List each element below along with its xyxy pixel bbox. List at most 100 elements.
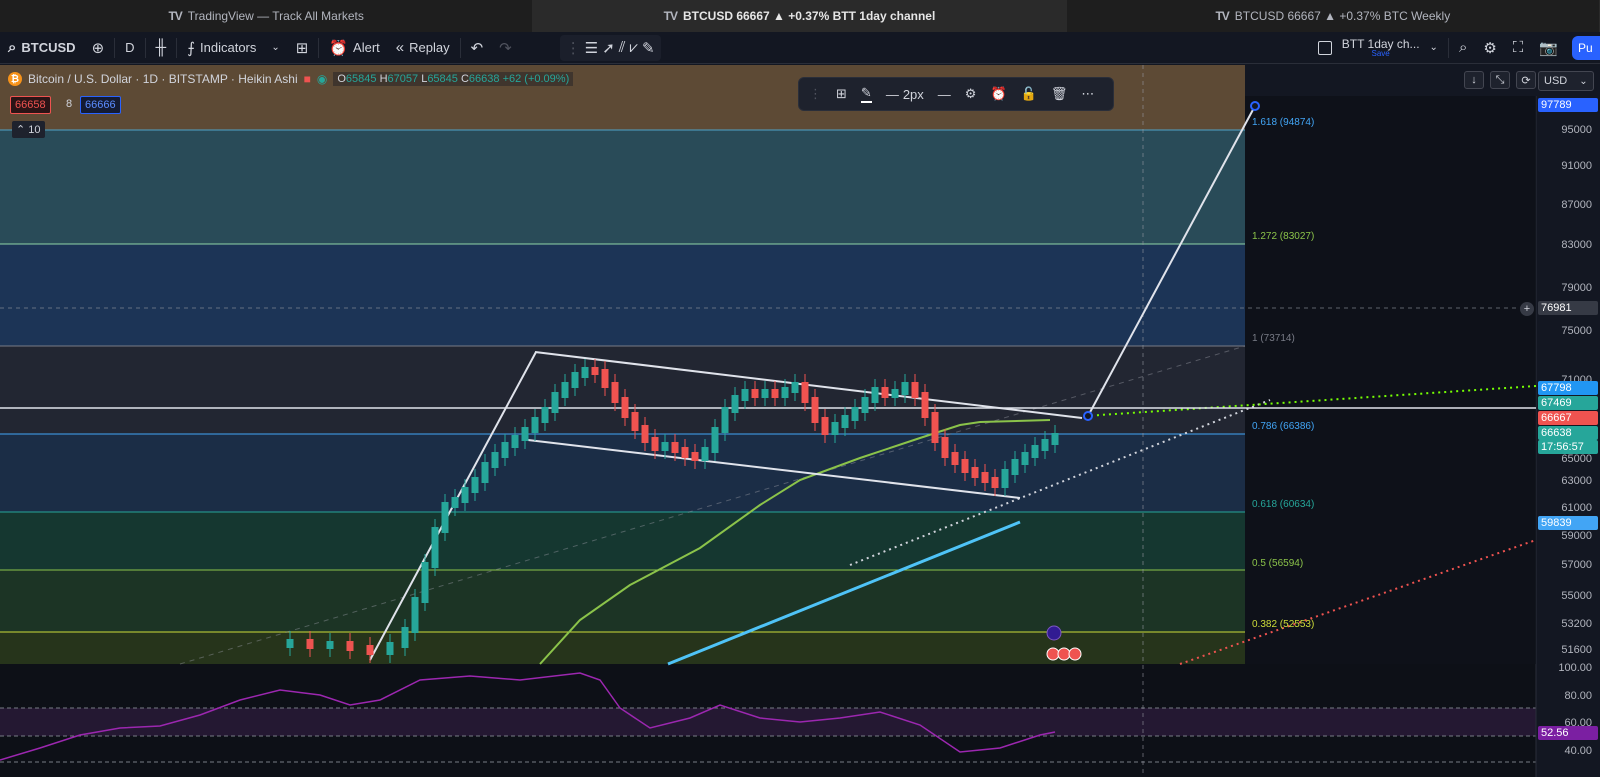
fullscreen-button[interactable]: ⛶ — [1505, 32, 1532, 64]
price-tag-ma: 67798 — [1538, 381, 1598, 395]
gear-icon: ⚙ — [1483, 39, 1497, 57]
candle-body — [931, 412, 939, 443]
interval-button[interactable]: D — [117, 32, 142, 64]
candle-body — [911, 382, 919, 398]
layout-button[interactable]: BTT 1day ch... Save ⌄ — [1310, 32, 1446, 64]
projection-anchor-end[interactable] — [1250, 101, 1260, 111]
compare-symbol-button[interactable]: ⊕ — [84, 32, 113, 64]
add-alert-plus-icon[interactable]: + — [1520, 302, 1534, 316]
browser-tab-3[interactable]: TV BTCUSD 66667 ▲ +0.37% BTC Weekly — [1067, 0, 1600, 32]
undo-button[interactable]: ↶ — [463, 32, 492, 64]
event-marker-icon[interactable] — [1046, 625, 1062, 641]
divider — [114, 37, 116, 58]
symbol-title[interactable]: Bitcoin / U.S. Dollar · 1D · BITSTAMP · … — [28, 72, 298, 86]
candle-body — [481, 462, 489, 483]
collapse-icon: ⌃ — [16, 124, 26, 136]
brush-icon[interactable]: ✎ — [642, 39, 655, 57]
candle-body — [346, 641, 354, 651]
snapshot-button[interactable]: 📷 — [1531, 32, 1566, 64]
trash-icon[interactable]: 🗑 — [1051, 86, 1068, 102]
indicators-icon: ⨍ — [187, 39, 196, 57]
candle-body — [411, 597, 419, 633]
price-axis-tick: 57000 — [1561, 559, 1592, 571]
quick-search-button[interactable]: ⌕ — [1451, 32, 1475, 64]
browser-tab-1[interactable]: TV TradingView — Track All Markets — [0, 0, 534, 32]
candle-body — [731, 395, 739, 413]
templates-button[interactable]: ⊞ — [288, 32, 317, 64]
bid-price-button[interactable]: 66658 — [10, 96, 51, 114]
line-style-icon[interactable]: — — [938, 87, 951, 102]
candle-body — [951, 452, 959, 465]
currency-select[interactable]: USD ⌄ — [1538, 71, 1594, 91]
price-axis-tick: 63000 — [1561, 475, 1592, 487]
candle-body — [981, 472, 989, 483]
divider — [1447, 37, 1449, 58]
cursor-icon[interactable]: ➚ — [602, 39, 615, 57]
fib-band — [0, 130, 1245, 244]
fib-level-label: 0.382 (52553) — [1252, 619, 1315, 630]
market-open-icon: ◉ — [316, 72, 328, 86]
line-width-label: 2px — [902, 86, 924, 102]
layout-save-label: Save — [1371, 48, 1390, 58]
candle-body — [971, 467, 979, 478]
candle-body — [1031, 445, 1039, 458]
price-axis-tick: 61000 — [1561, 502, 1592, 514]
lines-icon[interactable]: ☰ — [585, 39, 598, 57]
browser-tab-2[interactable]: TV BTCUSD 66667 ▲ +0.37% BTT 1day channe… — [533, 0, 1067, 32]
close-label: C — [460, 73, 469, 85]
high-value: 67057 — [387, 73, 419, 85]
event-flag-icon[interactable] — [1068, 647, 1082, 661]
replay-button[interactable]: « Replay — [388, 32, 458, 64]
layout-name-group: BTT 1day ch... Save — [1342, 38, 1420, 58]
flag-icon[interactable]: ■ — [304, 72, 311, 86]
grid-icon: ⊞ — [295, 39, 309, 57]
publish-button[interactable]: Pu — [1572, 36, 1600, 60]
candle-body — [551, 392, 559, 413]
price-tag-last: 66638 — [1538, 426, 1598, 440]
redo-button[interactable]: ↷ — [491, 32, 520, 64]
indicators-button[interactable]: ⨍ Indicators ⌄ — [179, 32, 288, 64]
line-width-button[interactable]: — 2px — [886, 87, 924, 102]
alert-button[interactable]: ⏰ Alert — [321, 32, 387, 64]
settings-button[interactable]: ⚙ — [1475, 32, 1504, 64]
fib-band — [0, 512, 1245, 570]
pen-color-icon[interactable]: ✎ — [860, 85, 872, 103]
symbol-search-button[interactable]: ⌕ BTCUSD — [0, 32, 84, 64]
projection-anchor-start[interactable] — [1083, 411, 1093, 421]
drag-handle-icon[interactable]: ⋮ — [809, 86, 822, 102]
event-flag-icon[interactable] — [1057, 647, 1071, 661]
price-tag-ma-green: 67469 — [1538, 396, 1598, 410]
price-axis-tick: 95000 — [1561, 124, 1592, 136]
ask-price-button[interactable]: 66666 — [80, 96, 121, 114]
alert-add-icon[interactable]: ⏰ — [990, 86, 1006, 102]
price-axis-tick: 91000 — [1561, 160, 1592, 172]
more-icon[interactable]: ⋯ — [1081, 86, 1094, 102]
price-chart[interactable] — [0, 65, 1600, 777]
fib-tool-icon[interactable]: ⩗ — [629, 39, 637, 56]
candle-body — [901, 382, 909, 395]
download-icon[interactable]: ↓ — [1464, 71, 1484, 89]
object-tree-icon[interactable]: ⊞ — [836, 86, 847, 102]
price-axis-tick: 55000 — [1561, 590, 1592, 602]
drag-handle-icon[interactable]: ⋮ — [566, 39, 581, 57]
volume-toggle[interactable]: ⌃ 10 — [12, 121, 45, 138]
divider — [144, 37, 146, 58]
publish-label: Pu — [1578, 41, 1593, 55]
candle-body — [451, 497, 459, 508]
parallel-channel-icon[interactable]: ⫽ — [619, 39, 626, 56]
chart-type-button[interactable]: ╫ — [148, 32, 175, 64]
candle-body — [841, 415, 849, 428]
interval-label: D — [125, 40, 135, 55]
event-flag-icon[interactable] — [1046, 647, 1060, 661]
tradingview-logo-icon: TV — [168, 9, 182, 23]
fib-retracement-bands[interactable] — [0, 65, 1245, 664]
lock-icon[interactable]: 🔓 — [1021, 86, 1037, 102]
settings-icon[interactable]: ⚙ — [965, 86, 977, 102]
candle-body — [541, 407, 549, 423]
close-value: 66638 — [468, 73, 500, 85]
tradingview-logo-icon: TV — [663, 9, 678, 23]
candle-body — [561, 382, 569, 398]
collapse-arrows-icon[interactable]: ⤡ — [1490, 71, 1510, 89]
refresh-icon[interactable]: ⟳ — [1516, 71, 1536, 89]
fullscreen-icon: ⛶ — [1512, 39, 1524, 56]
